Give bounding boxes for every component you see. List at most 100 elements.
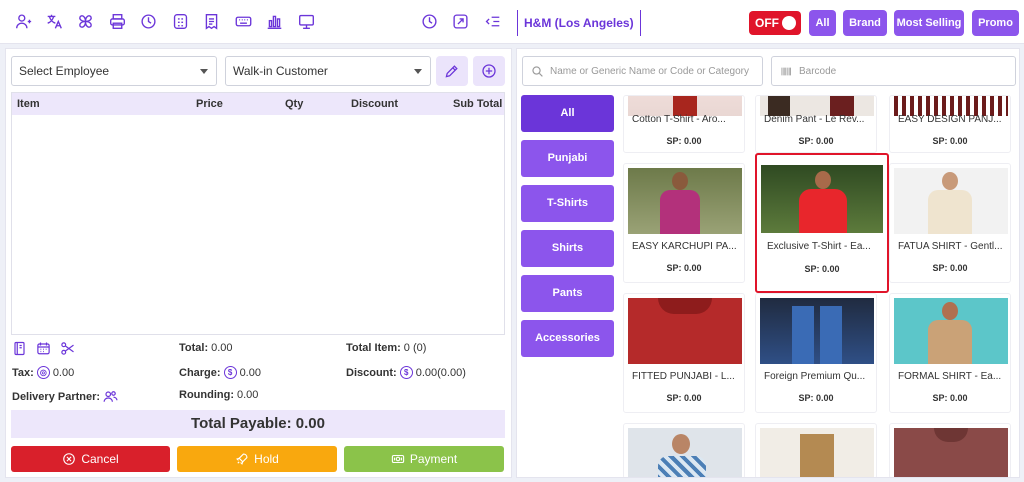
- tax-value: 0.00: [52, 366, 75, 379]
- product-card[interactable]: [755, 423, 877, 477]
- receipt-icon[interactable]: [202, 12, 220, 30]
- total-label: Total:: [179, 342, 209, 354]
- product-image: [760, 298, 874, 364]
- category-all[interactable]: All: [521, 95, 614, 132]
- menu-collapse-icon[interactable]: [483, 12, 501, 30]
- payment-button[interactable]: Payment: [344, 446, 504, 472]
- product-image: [760, 96, 874, 116]
- users-icon[interactable]: [103, 389, 118, 404]
- charge-summary: Charge: $0.00: [179, 366, 261, 379]
- customer-select[interactable]: Walk-in Customer: [225, 56, 431, 86]
- product-card[interactable]: [623, 423, 745, 477]
- product-card[interactable]: Cotton T-Shirt - Aro... SP: 0.00: [623, 95, 745, 153]
- discount-edit-icon[interactable]: $: [399, 366, 413, 379]
- product-name: FATUA SHIRT - Gentl...: [898, 241, 1003, 252]
- product-image: [628, 96, 742, 116]
- calculator-icon[interactable]: [171, 12, 189, 30]
- filter-brand-button[interactable]: Brand: [843, 10, 887, 36]
- cash-icon: [391, 454, 404, 464]
- payment-label: Payment: [409, 452, 458, 466]
- monitor-icon[interactable]: [297, 12, 315, 30]
- product-image: [628, 298, 742, 364]
- cancel-button[interactable]: Cancel: [11, 446, 170, 472]
- total-value: 0.00: [211, 342, 233, 354]
- product-price: SP: 0.00: [666, 393, 702, 403]
- product-card-selected[interactable]: Exclusive T-Shirt - Ea... SP: 0.00: [755, 153, 889, 293]
- chevron-down-icon: [414, 69, 422, 74]
- product-card[interactable]: FITTED PUNJABI - L... SP: 0.00: [623, 293, 745, 413]
- tax-edit-icon[interactable]: ◎: [36, 366, 50, 379]
- discount-label: Discount:: [346, 366, 397, 379]
- barcode-icon: [781, 67, 791, 75]
- product-price: SP: 0.00: [932, 136, 968, 146]
- barcode-input[interactable]: Barcode: [771, 56, 1016, 86]
- category-accessories[interactable]: Accessories: [521, 320, 614, 357]
- keyboard-icon[interactable]: [234, 12, 252, 30]
- apps-icon[interactable]: [76, 12, 94, 30]
- product-card[interactable]: FORMAL SHIRT - Ea... SP: 0.00: [889, 293, 1011, 413]
- fullscreen-icon[interactable]: [451, 12, 469, 30]
- scissors-icon[interactable]: [60, 341, 75, 356]
- chevron-down-icon: [200, 69, 208, 74]
- product-price: SP: 0.00: [932, 393, 968, 403]
- printer-icon[interactable]: [108, 12, 126, 30]
- product-price: SP: 0.00: [666, 263, 702, 273]
- product-card[interactable]: Foreign Premium Qu... SP: 0.00: [755, 293, 877, 413]
- header-item: Item: [17, 98, 40, 110]
- product-name: FORMAL SHIRT - Ea...: [898, 371, 1002, 382]
- edit-customer-button[interactable]: [436, 56, 468, 86]
- product-card[interactable]: Denim Pant - Le Rev... SP: 0.00: [755, 95, 877, 153]
- cart-table-header: Item Price Qty Discount Sub Total: [12, 93, 504, 115]
- clock-icon[interactable]: [420, 12, 438, 30]
- rounding-label: Rounding:: [179, 389, 234, 401]
- history-icon[interactable]: [139, 12, 157, 30]
- product-name: Foreign Premium Qu...: [764, 371, 866, 382]
- product-image: [628, 168, 742, 234]
- charge-edit-icon[interactable]: $: [223, 366, 237, 379]
- filter-all-button[interactable]: All: [809, 10, 836, 36]
- employee-select[interactable]: Select Employee: [11, 56, 217, 86]
- product-image: [761, 165, 883, 233]
- total-item-label: Total Item:: [346, 342, 401, 354]
- cart-table: Item Price Qty Discount Sub Total: [11, 92, 505, 335]
- add-customer-button[interactable]: [473, 56, 505, 86]
- header-subtotal: Sub Total: [453, 98, 503, 110]
- rocket-icon: [236, 453, 248, 465]
- search-placeholder: Name or Generic Name or Code or Category: [550, 65, 749, 77]
- translate-icon[interactable]: [45, 12, 63, 30]
- charge-value: 0.00: [239, 366, 261, 379]
- notebook-icon[interactable]: [12, 341, 27, 356]
- plus-circle-icon: [482, 64, 496, 78]
- category-punjabi[interactable]: Punjabi: [521, 140, 614, 177]
- category-shirts[interactable]: Shirts: [521, 230, 614, 267]
- chart-icon[interactable]: [265, 12, 283, 30]
- product-card[interactable]: FATUA SHIRT - Gentl... SP: 0.00: [889, 163, 1011, 283]
- total-item-value: 0 (0): [403, 342, 427, 354]
- barcode-placeholder: Barcode: [799, 65, 837, 77]
- total-payable: Total Payable: 0.00: [11, 410, 505, 438]
- pencil-icon: [445, 65, 458, 78]
- product-image: [894, 168, 1008, 234]
- category-pants[interactable]: Pants: [521, 275, 614, 312]
- calendar-icon[interactable]: [36, 341, 51, 356]
- close-circle-icon: [63, 453, 76, 465]
- user-icon[interactable]: [14, 12, 32, 30]
- hold-button[interactable]: Hold: [177, 446, 337, 472]
- cart-panel: Select Employee Walk-in Customer Item Pr…: [5, 48, 512, 478]
- cancel-label: Cancel: [81, 452, 119, 466]
- product-search-input[interactable]: Name or Generic Name or Code or Category: [522, 56, 763, 86]
- customer-select-value: Walk-in Customer: [233, 64, 328, 78]
- tax-label: Tax:: [12, 366, 34, 379]
- product-card[interactable]: [889, 423, 1011, 477]
- category-tshirts[interactable]: T-Shirts: [521, 185, 614, 222]
- filter-most-selling-button[interactable]: Most Selling: [894, 10, 964, 36]
- filter-promo-button[interactable]: Promo: [972, 10, 1019, 36]
- product-card[interactable]: EASY KARCHUPI PA... SP: 0.00: [623, 163, 745, 283]
- status-toggle[interactable]: OFF: [749, 11, 801, 35]
- product-price: SP: 0.00: [804, 264, 840, 274]
- product-card[interactable]: EASY DESIGN PANJ... SP: 0.00: [889, 95, 1011, 153]
- toggle-knob: [782, 16, 796, 30]
- header-qty: Qty: [285, 98, 304, 110]
- tax-summary: Tax: ◎ 0.00: [12, 366, 74, 379]
- charge-label: Charge:: [179, 366, 221, 379]
